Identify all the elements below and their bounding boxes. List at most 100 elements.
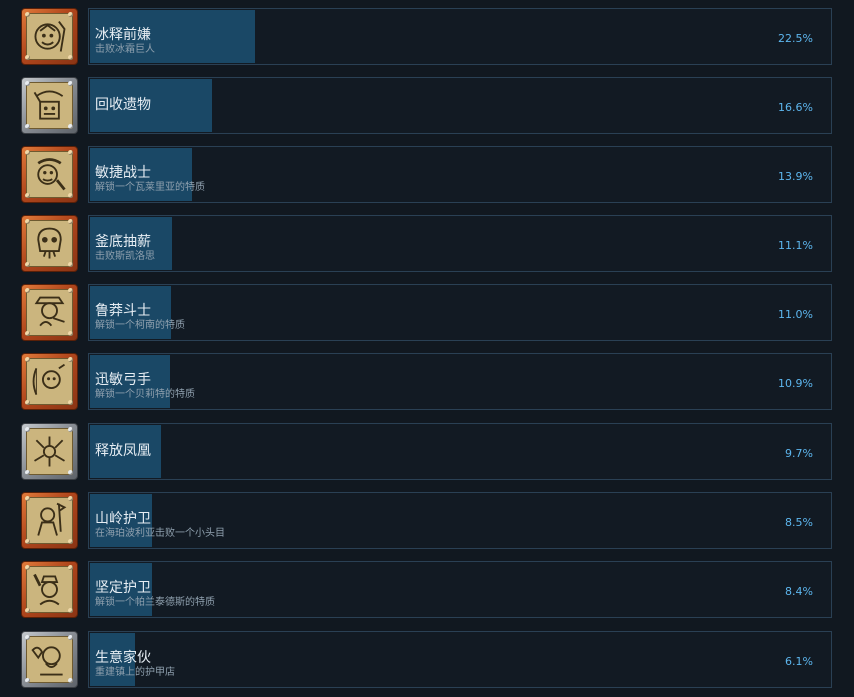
achievement-unlock-percent: 6.1% <box>785 655 813 668</box>
frame-rivet <box>68 470 73 475</box>
frame-rivet <box>25 427 30 432</box>
archer-icon <box>26 358 73 405</box>
phoenix-icon <box>26 428 73 475</box>
skull-icon <box>26 220 73 267</box>
achievement-name: 山岭护卫 <box>95 511 151 527</box>
achievement-progress-bar: 释放凤凰 9.7% <box>88 423 832 480</box>
frame-rivet <box>68 496 73 501</box>
achievement-row: 迅敏弓手 解锁一个贝莉特的特质 10.9% <box>0 353 854 411</box>
frame-rivet <box>68 565 73 570</box>
achievement-unlock-percent: 16.6% <box>778 101 813 114</box>
achievement-unlock-percent: 11.0% <box>778 308 813 321</box>
frame-rivet <box>68 331 73 336</box>
guard-icon <box>26 566 73 613</box>
achievement-icon-frame <box>21 8 78 65</box>
achievement-progress-bar: 生意家伙 重建镇上的护甲店 6.1% <box>88 631 832 688</box>
achievement-name: 迅敏弓手 <box>95 372 151 388</box>
frame-rivet <box>25 635 30 640</box>
frame-rivet <box>68 150 73 155</box>
frame-rivet <box>25 124 30 129</box>
frame-rivet <box>68 427 73 432</box>
frame-rivet <box>25 262 30 267</box>
frame-rivet <box>68 678 73 683</box>
achievement-unlock-percent: 8.4% <box>785 585 813 598</box>
frame-rivet <box>68 635 73 640</box>
achievement-name: 生意家伙 <box>95 650 151 666</box>
achievement-description: 击败斯凯洛思 <box>95 251 155 262</box>
frame-rivet <box>25 539 30 544</box>
achievement-description: 解锁一个贝莉特的特质 <box>95 389 195 400</box>
frame-rivet <box>68 124 73 129</box>
achievement-description: 重建镇上的护甲店 <box>95 667 175 678</box>
achievement-row: 敏捷战士 解锁一个瓦莱里亚的特质 13.9% <box>0 146 854 204</box>
achievement-name: 释放凤凰 <box>95 443 151 459</box>
achievement-progress-bar: 冰释前嫌 击败冰霜巨人 22.5% <box>88 8 832 65</box>
frame-rivet <box>68 12 73 17</box>
achievement-icon-frame <box>21 492 78 549</box>
frame-rivet <box>25 608 30 613</box>
achievement-row: 冰释前嫌 击败冰霜巨人 22.5% <box>0 8 854 66</box>
achievement-icon-frame <box>21 353 78 410</box>
frame-rivet <box>25 331 30 336</box>
achievement-row: 回收遗物 16.6% <box>0 77 854 135</box>
achievement-name: 坚定护卫 <box>95 580 151 596</box>
achievement-progress-bar: 敏捷战士 解锁一个瓦莱里亚的特质 13.9% <box>88 146 832 203</box>
frame-rivet <box>25 288 30 293</box>
achievement-progress-bar: 迅敏弓手 解锁一个贝莉特的特质 10.9% <box>88 353 832 410</box>
frame-rivet <box>25 55 30 60</box>
achievement-icon-frame <box>21 146 78 203</box>
achievement-progress-bar: 釜底抽薪 击败斯凯洛思 11.1% <box>88 215 832 272</box>
achievement-row: 坚定护卫 解锁一个帕兰泰德斯的特质 8.4% <box>0 561 854 619</box>
achievement-description: 在海珀波利亚击败一个小头目 <box>95 528 225 539</box>
frame-rivet <box>68 55 73 60</box>
frame-rivet <box>68 81 73 86</box>
achievement-icon-frame <box>21 423 78 480</box>
achievement-description: 解锁一个瓦莱里亚的特质 <box>95 182 205 193</box>
achievement-progress-bar: 山岭护卫 在海珀波利亚击败一个小头目 8.5% <box>88 492 832 549</box>
achievement-unlock-percent: 10.9% <box>778 377 813 390</box>
frame-rivet <box>68 539 73 544</box>
fighter-icon <box>26 289 73 336</box>
achievement-icon-frame <box>21 77 78 134</box>
achievement-row: 鲁莽斗士 解锁一个柯南的特质 11.0% <box>0 284 854 342</box>
frame-rivet <box>68 219 73 224</box>
frame-rivet <box>25 565 30 570</box>
achievement-icon-frame <box>21 215 78 272</box>
achievement-unlock-percent: 22.5% <box>778 32 813 45</box>
achievement-name: 鲁莽斗士 <box>95 303 151 319</box>
frost-giant-icon <box>26 13 73 60</box>
achievement-unlock-percent: 13.9% <box>778 170 813 183</box>
achievement-unlock-percent: 9.7% <box>785 447 813 460</box>
frame-rivet <box>25 496 30 501</box>
achievement-description: 解锁一个帕兰泰德斯的特质 <box>95 597 215 608</box>
achievement-row: 释放凤凰 9.7% <box>0 423 854 481</box>
relic-icon <box>26 82 73 129</box>
merchant-icon <box>26 636 73 683</box>
frame-rivet <box>25 193 30 198</box>
frame-rivet <box>68 357 73 362</box>
achievement-name: 釜底抽薪 <box>95 234 151 250</box>
achievement-row: 生意家伙 重建镇上的护甲店 6.1% <box>0 631 854 689</box>
frame-rivet <box>25 678 30 683</box>
achievement-progress-bar: 回收遗物 16.6% <box>88 77 832 134</box>
achievement-list: 冰释前嫌 击败冰霜巨人 22.5% 回收遗物 16.6% 敏捷战士 解锁一个瓦莱里亚的特质 1… <box>0 0 854 697</box>
frame-rivet <box>25 150 30 155</box>
achievement-icon-frame <box>21 561 78 618</box>
achievement-description: 击败冰霜巨人 <box>95 44 155 55</box>
achievement-name: 回收遗物 <box>95 97 151 113</box>
achievement-row: 釜底抽薪 击败斯凯洛思 11.1% <box>0 215 854 273</box>
achievement-unlock-percent: 11.1% <box>778 239 813 252</box>
frame-rivet <box>68 262 73 267</box>
achievement-unlock-percent: 8.5% <box>785 516 813 529</box>
achievement-row: 山岭护卫 在海珀波利亚击败一个小头目 8.5% <box>0 492 854 550</box>
achievement-progress-bar: 坚定护卫 解锁一个帕兰泰德斯的特质 8.4% <box>88 561 832 618</box>
warrior-icon <box>26 151 73 198</box>
frame-rivet <box>68 608 73 613</box>
frame-rivet <box>25 81 30 86</box>
achievement-name: 敏捷战士 <box>95 165 151 181</box>
achievement-description: 解锁一个柯南的特质 <box>95 320 185 331</box>
frame-rivet <box>25 357 30 362</box>
frame-rivet <box>68 288 73 293</box>
achievement-icon-frame <box>21 631 78 688</box>
frame-rivet <box>25 470 30 475</box>
